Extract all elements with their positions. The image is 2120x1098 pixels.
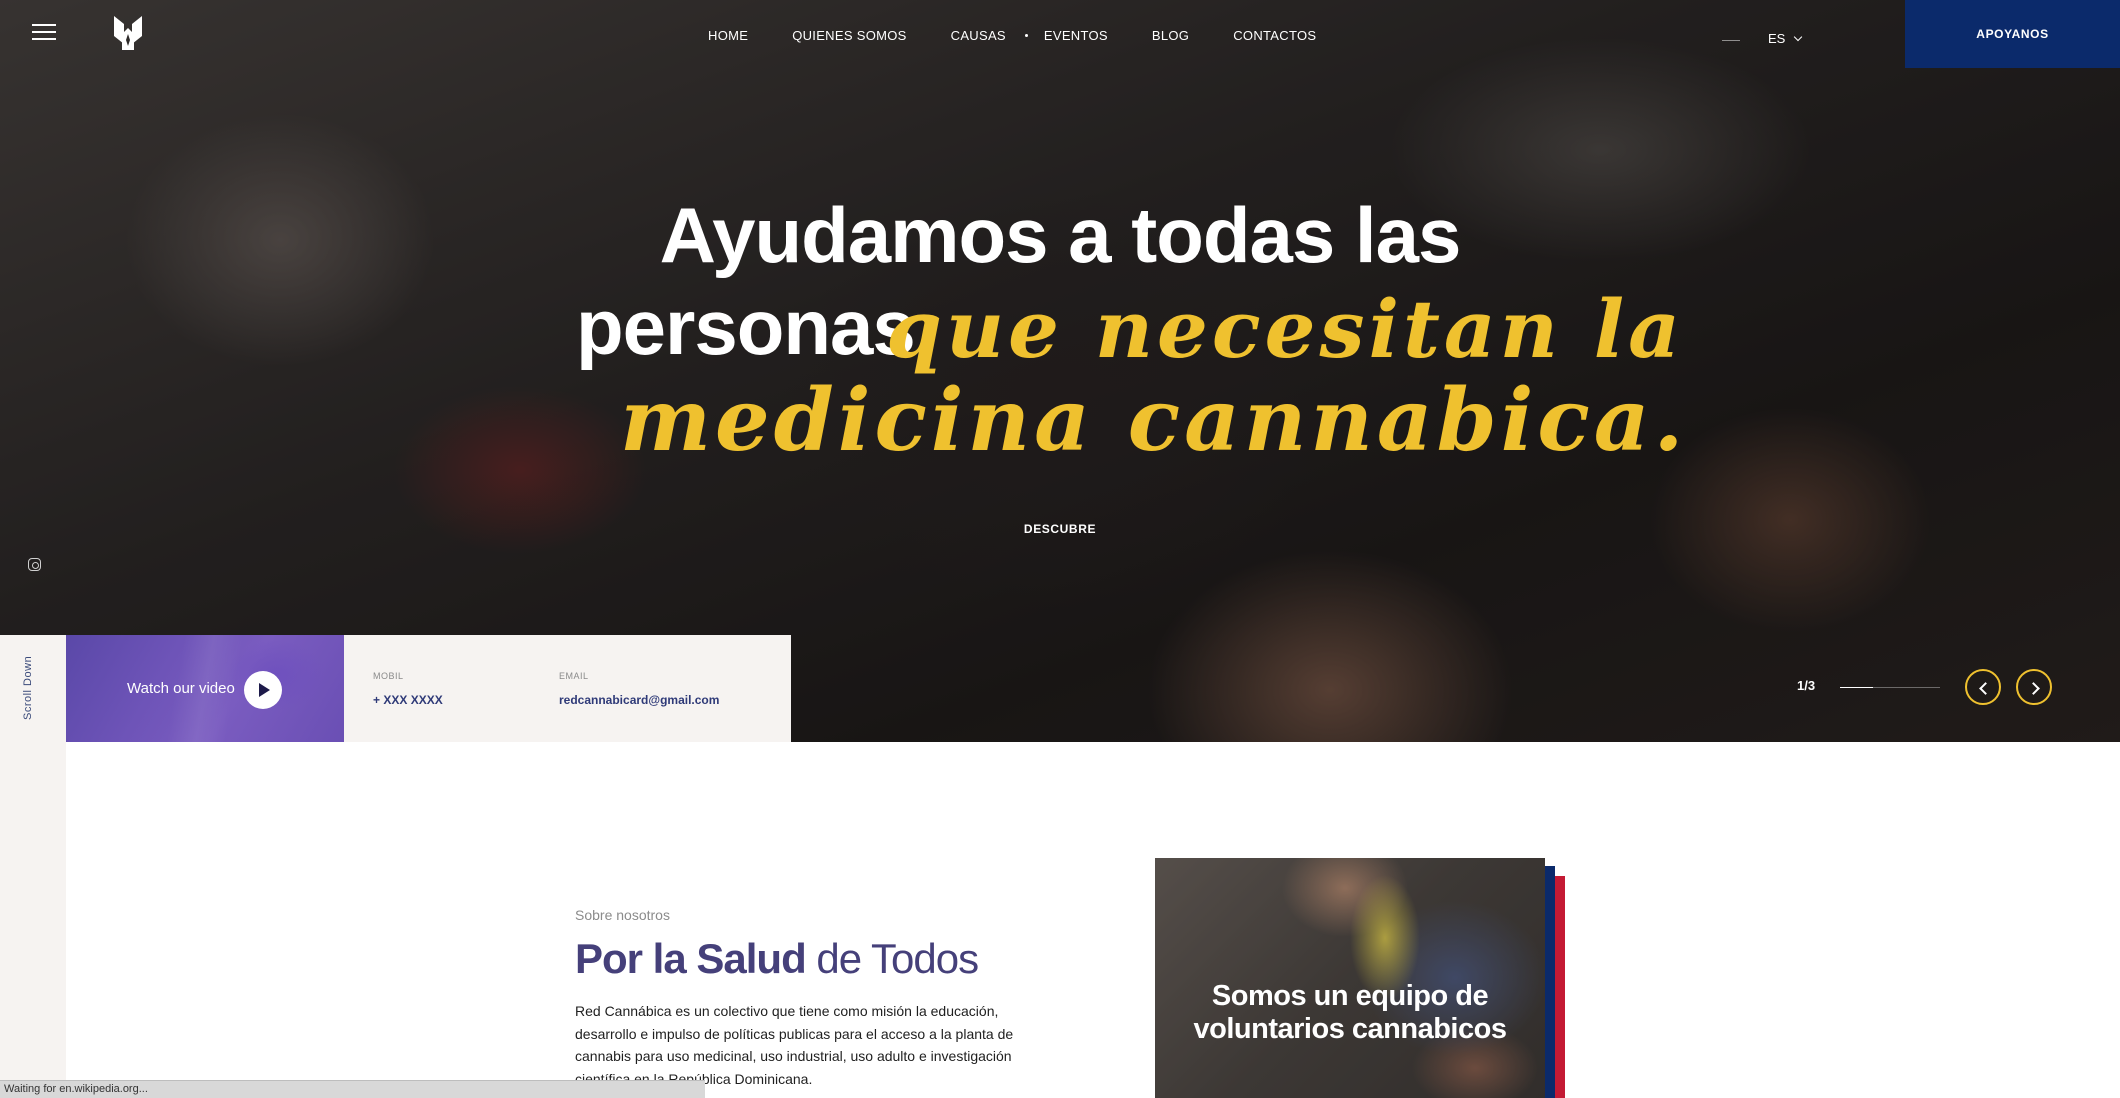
email-label: EMAIL bbox=[559, 671, 589, 681]
slide-progress-fill bbox=[1840, 687, 1873, 688]
main-nav: HOME QUIENES SOMOS CAUSAS EVENTOS BLOG C… bbox=[708, 28, 1360, 43]
hero-headline-line1: Ayudamos a todas las bbox=[659, 191, 1462, 279]
chevron-down-icon bbox=[1794, 32, 1803, 41]
nav-home[interactable]: HOME bbox=[708, 28, 748, 43]
volunteers-image-card: Somos un equipo de voluntarios cannabico… bbox=[1155, 858, 1545, 1098]
hero-section: HOME QUIENES SOMOS CAUSAS EVENTOS BLOG C… bbox=[0, 0, 2120, 742]
nav-contactos[interactable]: CONTACTOS bbox=[1233, 28, 1316, 43]
language-selector[interactable]: ES bbox=[1768, 31, 1803, 46]
leaf-logo-icon[interactable] bbox=[110, 14, 146, 52]
nav-blog[interactable]: BLOG bbox=[1152, 28, 1189, 43]
language-label: ES bbox=[1768, 31, 1786, 46]
hero-script-line2: medicina cannabica. bbox=[620, 370, 1688, 471]
watch-video-label: Watch our video bbox=[127, 680, 235, 697]
scroll-down-label[interactable]: Scroll Down bbox=[22, 656, 34, 720]
nav-causas[interactable]: CAUSAS bbox=[950, 28, 1028, 43]
hero-script-line1: que necesitan la bbox=[886, 282, 1684, 376]
slide-counter: 1/3 bbox=[1797, 678, 1816, 693]
instagram-icon[interactable] bbox=[28, 558, 41, 571]
dropdown-dot-icon bbox=[1024, 34, 1028, 37]
contact-info-box: MOBIL + XXX XXXX EMAIL redcannabicard@gm… bbox=[344, 635, 791, 742]
about-kicker: Sobre nosotros bbox=[575, 907, 670, 923]
prev-slide-button[interactable] bbox=[1965, 669, 2001, 705]
about-title-light: de Todos bbox=[816, 935, 979, 982]
nav-eventos[interactable]: EVENTOS bbox=[1044, 28, 1108, 43]
page: HOME QUIENES SOMOS CAUSAS EVENTOS BLOG C… bbox=[0, 0, 2120, 1098]
browser-status-bar: Waiting for en.wikipedia.org... bbox=[0, 1080, 705, 1098]
apoyanos-button[interactable]: APOYANOS bbox=[1905, 0, 2120, 68]
hero-headline-line2: personas bbox=[576, 283, 916, 371]
next-slide-button[interactable] bbox=[2016, 669, 2052, 705]
hamburger-menu-icon[interactable] bbox=[32, 24, 56, 42]
card-overlay bbox=[1155, 858, 1545, 1098]
phone-label: MOBIL bbox=[373, 671, 404, 681]
volunteers-card-text: Somos un equipo de voluntarios cannabico… bbox=[1193, 980, 1507, 1045]
slide-progress-bar bbox=[1840, 687, 1940, 688]
about-title: Por la Salud de Todos bbox=[575, 935, 979, 983]
nav-quienes-somos[interactable]: QUIENES SOMOS bbox=[792, 28, 906, 43]
descubre-link[interactable]: DESCUBRE bbox=[0, 522, 2120, 536]
language-divider bbox=[1722, 40, 1740, 41]
play-icon[interactable] bbox=[244, 671, 282, 709]
watch-video-tile[interactable]: Watch our video bbox=[66, 635, 344, 742]
phone-value[interactable]: + XXX XXXX bbox=[373, 693, 443, 707]
about-body: Red Cannábica es un colectivo que tiene … bbox=[575, 1003, 1014, 1087]
about-title-bold: Por la Salud bbox=[575, 935, 807, 982]
nav-causas-label: CAUSAS bbox=[950, 28, 1006, 43]
email-value[interactable]: redcannabicard@gmail.com bbox=[559, 693, 719, 707]
